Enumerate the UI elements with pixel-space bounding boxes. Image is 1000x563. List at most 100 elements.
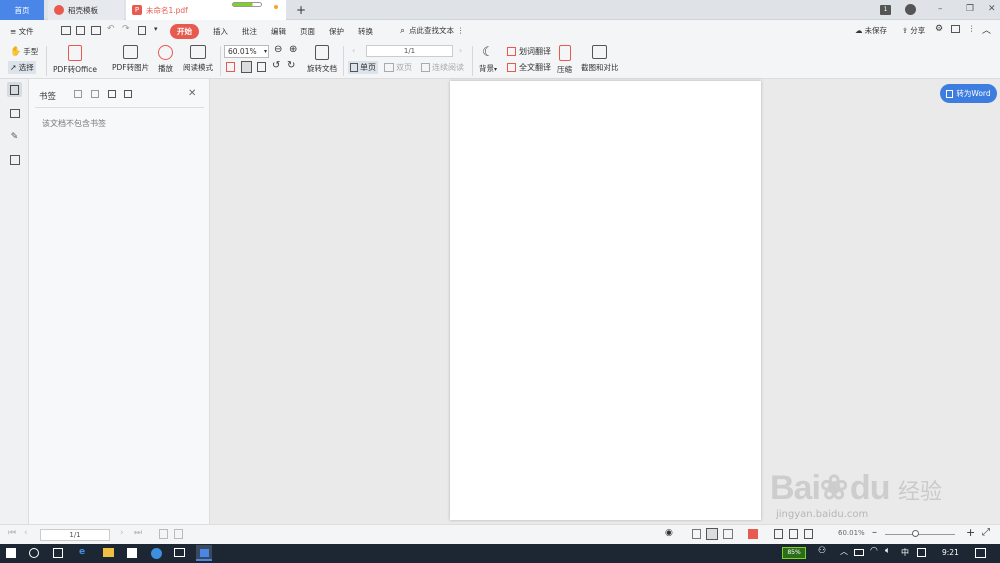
zoom-slider-handle[interactable]: [912, 530, 919, 537]
notification-icon[interactable]: [975, 548, 986, 558]
collapse-ribbon-icon[interactable]: ︿: [982, 23, 991, 36]
edit-bookmark-icon[interactable]: [108, 90, 116, 98]
menu-file[interactable]: ≡ 文件: [10, 26, 34, 37]
edge-icon[interactable]: e: [79, 547, 85, 557]
store-icon[interactable]: [127, 548, 137, 558]
zoom-in-icon[interactable]: ⊕: [289, 44, 297, 55]
last-page-icon[interactable]: ⏭: [134, 528, 142, 538]
prev-page-icon[interactable]: ‹: [24, 528, 28, 538]
redo-icon[interactable]: ↷: [122, 24, 130, 34]
close-button[interactable]: ✕: [988, 4, 996, 14]
continuous-button[interactable]: 连续阅读: [421, 62, 464, 73]
menu-page[interactable]: 页面: [300, 26, 315, 37]
file-explorer-icon[interactable]: [103, 548, 114, 557]
rotate-document-button[interactable]: 旋转文档: [307, 45, 337, 74]
book-view-icon[interactable]: [723, 529, 733, 539]
zoom-slider[interactable]: [885, 534, 955, 535]
new-tab-button[interactable]: +: [296, 3, 306, 17]
zoom-in-button[interactable]: +: [966, 526, 975, 539]
fit-icon[interactable]: [774, 529, 783, 539]
tab-pdf[interactable]: P 未命名1.pdf: [126, 0, 286, 20]
battery-tray-icon[interactable]: [854, 549, 864, 556]
thumbnail-panel-icon[interactable]: [7, 106, 22, 121]
menu-protect[interactable]: 保护: [329, 26, 344, 37]
eye-protect-icon[interactable]: ◉: [665, 528, 673, 538]
prev-view-icon[interactable]: [159, 529, 168, 539]
single-page-button[interactable]: 单页: [348, 61, 378, 74]
zoom-select[interactable]: 60.01% ▾: [224, 45, 269, 58]
annotation-panel-icon[interactable]: ✎: [7, 129, 22, 144]
feedback-icon[interactable]: [951, 25, 960, 33]
restore-button[interactable]: ❐: [966, 4, 974, 14]
find-text[interactable]: ⌕ 点此查找文本 ⋮: [400, 25, 465, 36]
open-folder-icon[interactable]: [61, 26, 71, 35]
word-translate-button[interactable]: 划词翻译: [507, 46, 551, 57]
tray-up-icon[interactable]: ︿: [840, 546, 848, 557]
pdf-to-office-button[interactable]: PDF转Office: [53, 45, 97, 75]
zoom-out-icon[interactable]: ⊖: [274, 44, 282, 55]
clock[interactable]: 9:21: [942, 548, 959, 557]
play-button[interactable]: 播放: [158, 45, 173, 74]
battery-indicator[interactable]: 85%: [782, 547, 806, 559]
task-view-icon[interactable]: [53, 548, 63, 558]
prev-page-icon[interactable]: ‹: [352, 46, 355, 55]
select-tool[interactable]: ➚ 选择: [8, 61, 36, 74]
rotate-right-icon[interactable]: ↻: [287, 60, 295, 71]
single-page-view-icon[interactable]: [706, 528, 718, 540]
clock-app-icon[interactable]: [151, 548, 162, 559]
expand-bookmark-icon[interactable]: [91, 90, 99, 98]
minimize-button[interactable]: –: [938, 4, 943, 14]
play-icon[interactable]: [748, 529, 758, 539]
full-screen-view-icon[interactable]: [804, 529, 813, 539]
print-icon[interactable]: [91, 26, 101, 35]
bookmark-panel-icon[interactable]: [7, 82, 22, 97]
thumbnail-view-icon[interactable]: [692, 529, 701, 539]
compress-button[interactable]: 压缩: [557, 45, 572, 75]
fit-width-status-icon[interactable]: [789, 529, 798, 539]
rotate-left-icon[interactable]: ↺: [272, 60, 280, 71]
window-count-badge[interactable]: 1: [880, 5, 891, 15]
status-zoom[interactable]: 60.01%: [838, 529, 865, 537]
save-status[interactable]: ☁ 未保存: [855, 25, 887, 36]
more-menu-icon[interactable]: ⋮: [968, 24, 976, 33]
actual-size-icon[interactable]: [226, 62, 235, 72]
mail-icon[interactable]: [174, 548, 185, 557]
cortana-icon[interactable]: [29, 548, 39, 558]
menu-insert[interactable]: 插入: [213, 26, 228, 37]
background-button[interactable]: ☾ 背景▾: [479, 45, 497, 74]
hand-tool[interactable]: ✋ 手型: [10, 46, 38, 57]
ime-mode-icon[interactable]: [917, 548, 926, 557]
avatar[interactable]: [905, 4, 916, 15]
menu-convert[interactable]: 转换: [358, 26, 373, 37]
double-page-button[interactable]: 双页: [384, 62, 412, 73]
fullscreen-icon[interactable]: ⤢: [982, 527, 990, 538]
pdf-to-image-button[interactable]: PDF转图片: [112, 45, 149, 73]
add-bookmark-icon[interactable]: [74, 90, 82, 98]
full-translate-button[interactable]: 全文翻译: [507, 62, 551, 73]
screenshot-compare-button[interactable]: 截图和对比: [581, 45, 619, 73]
share-button[interactable]: ⇪ 分享: [902, 25, 925, 36]
signature-panel-icon[interactable]: [7, 152, 22, 167]
tab-template[interactable]: 稻壳模板: [48, 0, 124, 20]
windows-start-icon[interactable]: [6, 548, 16, 558]
convert-to-word-button[interactable]: 转为Word: [940, 84, 997, 103]
menu-comment[interactable]: 批注: [242, 26, 257, 37]
dropdown-icon[interactable]: ▾: [154, 25, 158, 33]
status-page-input[interactable]: 1/1: [40, 529, 110, 541]
network-icon[interactable]: ◠: [870, 546, 878, 556]
undo-icon[interactable]: ↶: [107, 24, 115, 34]
page-input[interactable]: 1/1: [366, 45, 453, 57]
zoom-out-button[interactable]: –: [872, 527, 877, 538]
volume-icon[interactable]: 🔈︎: [885, 546, 890, 556]
fit-width-icon[interactable]: [257, 62, 266, 72]
more-icon[interactable]: ⋮: [457, 26, 465, 35]
next-page-icon[interactable]: ›: [459, 46, 462, 55]
bookmark-options-icon[interactable]: [124, 90, 132, 98]
menu-start[interactable]: 开始: [170, 24, 199, 39]
close-panel-icon[interactable]: ✕: [188, 88, 196, 99]
tab-home[interactable]: 首页: [0, 0, 44, 20]
export-icon[interactable]: [138, 26, 146, 35]
fit-page-icon[interactable]: [241, 61, 252, 73]
next-view-icon[interactable]: [174, 529, 183, 539]
save-icon[interactable]: [76, 26, 85, 35]
